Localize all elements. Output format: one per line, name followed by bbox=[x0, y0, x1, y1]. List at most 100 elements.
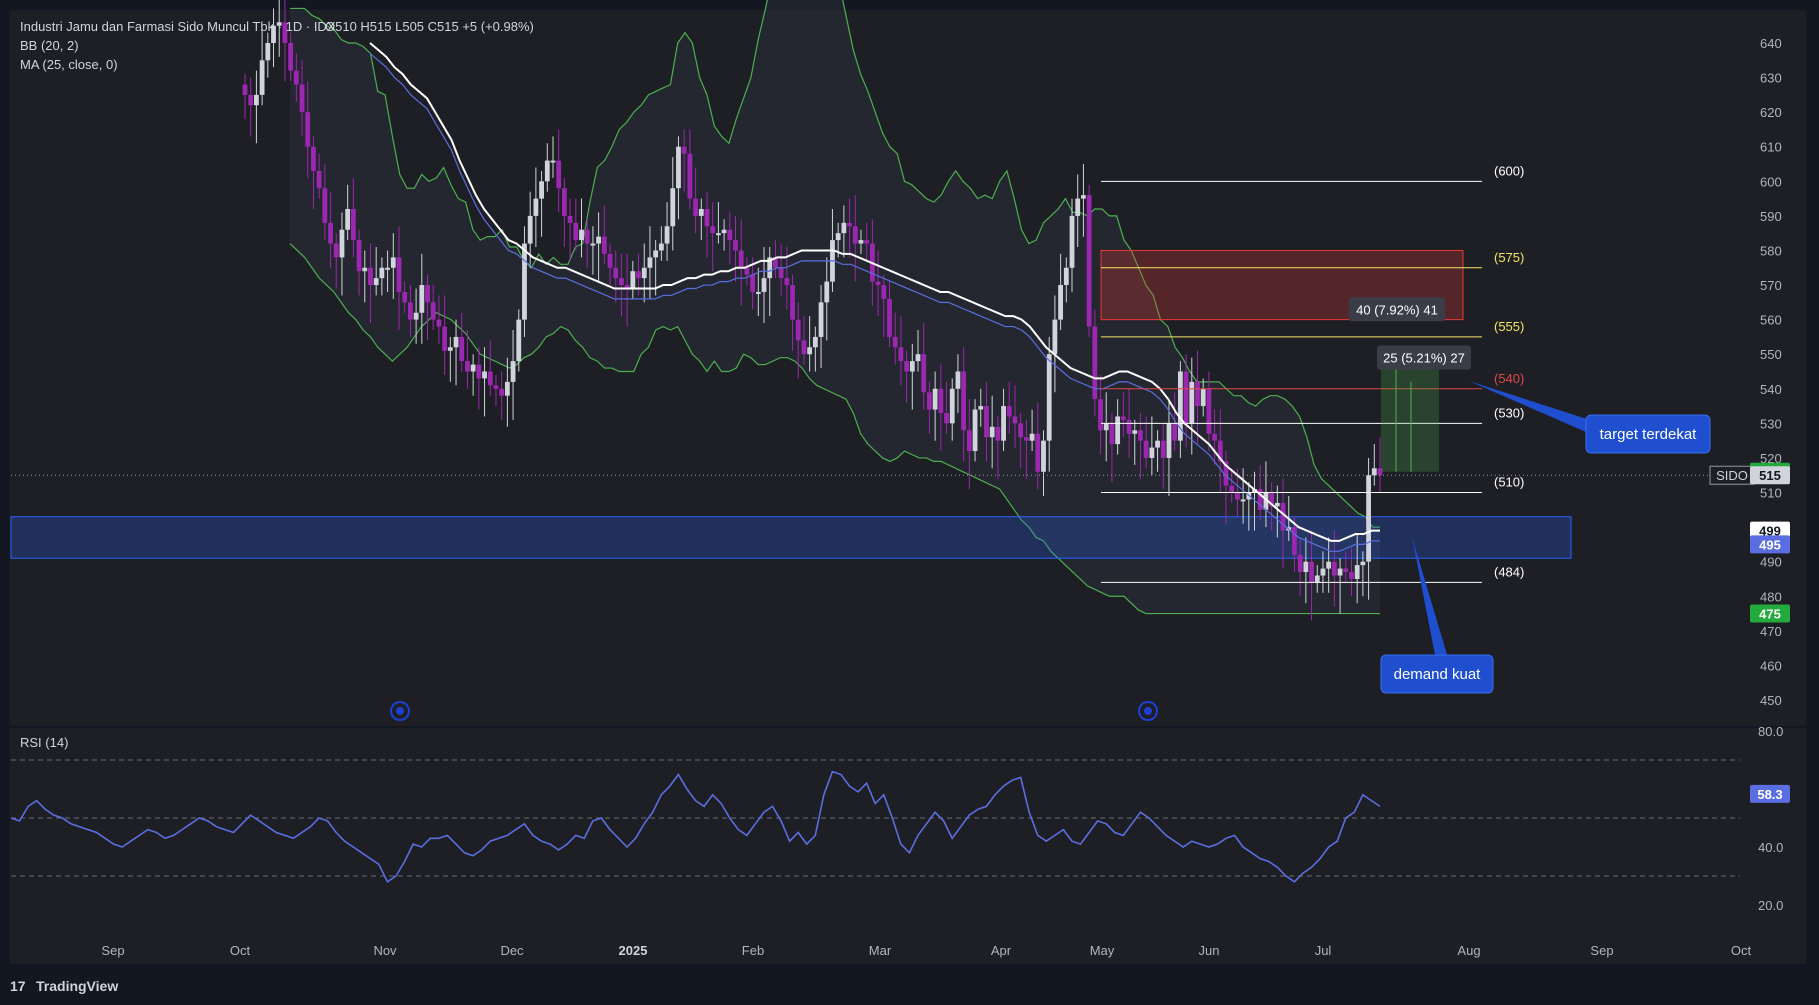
callout-text-demand: demand kuat bbox=[1394, 666, 1482, 683]
candle-body-34 bbox=[436, 319, 442, 327]
candle-body-39 bbox=[465, 361, 470, 372]
candle-body-42 bbox=[482, 371, 487, 379]
candle-body-120 bbox=[927, 392, 932, 410]
demand-zone bbox=[10, 516, 1572, 559]
price-tick-630: 630 bbox=[1760, 71, 1782, 86]
candle-body-133 bbox=[1001, 406, 1006, 441]
candle-body-32 bbox=[425, 285, 430, 303]
price-tick-550: 550 bbox=[1760, 347, 1782, 362]
price-tick-570: 570 bbox=[1760, 278, 1782, 293]
candle-body-129 bbox=[978, 406, 984, 410]
candle-body-12 bbox=[311, 146, 316, 171]
candle-body-188 bbox=[1314, 575, 1320, 583]
candle-body-123 bbox=[944, 412, 949, 424]
brand-label: TradingView bbox=[36, 978, 118, 994]
candle-body-108 bbox=[858, 240, 864, 244]
candle-body-1 bbox=[248, 94, 254, 106]
candle-body-70 bbox=[641, 267, 647, 279]
candle-body-65 bbox=[613, 267, 619, 279]
price-tick-490: 490 bbox=[1760, 555, 1782, 570]
level-label-510: (510) bbox=[1494, 475, 1524, 490]
candle-body-194 bbox=[1349, 572, 1354, 579]
candle-body-185 bbox=[1297, 554, 1303, 573]
candle-body-99 bbox=[807, 347, 813, 355]
candle-body-161 bbox=[1160, 440, 1166, 458]
candle-body-105 bbox=[841, 222, 847, 234]
candle-body-98 bbox=[801, 340, 807, 355]
rsi-label[interactable]: RSI (14) bbox=[20, 735, 68, 750]
candle-body-44 bbox=[493, 385, 499, 389]
candle-body-26 bbox=[390, 257, 396, 268]
price-tick-610: 610 bbox=[1760, 140, 1782, 155]
candle-body-95 bbox=[784, 278, 790, 286]
candle-body-113 bbox=[887, 298, 892, 337]
candle-body-186 bbox=[1303, 561, 1309, 573]
price-tick-540: 540 bbox=[1760, 382, 1782, 397]
candle-body-156 bbox=[1132, 430, 1138, 434]
time-tick-12: Sep bbox=[1590, 943, 1613, 958]
candle-body-132 bbox=[995, 426, 1001, 441]
time-tick-0: Sep bbox=[101, 943, 124, 958]
level-label-530: (530) bbox=[1494, 405, 1524, 420]
candle-body-111 bbox=[875, 281, 881, 286]
candle-body-125 bbox=[955, 371, 961, 389]
rsi-tick-80: 80.0 bbox=[1758, 724, 1783, 739]
candle-body-30 bbox=[413, 312, 419, 320]
time-tick-8: May bbox=[1090, 943, 1115, 958]
candle-body-115 bbox=[898, 347, 904, 362]
time-tick-2: Nov bbox=[373, 943, 397, 958]
candle-body-47 bbox=[510, 361, 516, 382]
candle-body-63 bbox=[601, 236, 607, 254]
candle-body-51 bbox=[533, 198, 539, 216]
candle-body-87 bbox=[738, 250, 744, 268]
price-tick-480: 480 bbox=[1760, 589, 1782, 604]
candle-body-53 bbox=[544, 160, 550, 182]
candle-body-11 bbox=[305, 112, 311, 147]
candle-body-73 bbox=[658, 243, 664, 251]
candle-body-43 bbox=[487, 371, 493, 386]
candle-body-13 bbox=[316, 170, 322, 189]
candle-body-150 bbox=[1098, 399, 1103, 431]
candle-body-77 bbox=[681, 146, 687, 154]
chart-root: (600)(575)(555)(540)(530)(510)(484)SIDO … bbox=[0, 0, 1819, 1005]
candle-body-155 bbox=[1126, 419, 1132, 434]
candle-body-60 bbox=[584, 229, 590, 244]
candle-body-117 bbox=[909, 361, 915, 372]
candle-body-52 bbox=[539, 181, 544, 199]
time-tick-13: Oct bbox=[1731, 943, 1752, 958]
candle-body-23 bbox=[373, 278, 379, 286]
candle-body-96 bbox=[790, 285, 795, 320]
rsi-pane[interactable] bbox=[10, 728, 1806, 964]
candle-body-198 bbox=[1371, 468, 1377, 476]
rsi-tick-20: 20.0 bbox=[1758, 898, 1783, 913]
candle-body-84 bbox=[721, 229, 727, 234]
candle-body-24 bbox=[379, 267, 385, 279]
candle-body-101 bbox=[818, 302, 824, 337]
candle-body-81 bbox=[704, 208, 710, 227]
candle-body-71 bbox=[647, 257, 653, 268]
measure-label-1: 40 (7.92%) 41 bbox=[1356, 302, 1438, 317]
time-tick-7: Apr bbox=[991, 943, 1012, 958]
candle-body-122 bbox=[938, 388, 944, 413]
candle-body-119 bbox=[921, 354, 927, 393]
time-tick-10: Jul bbox=[1315, 943, 1332, 958]
legend-ma[interactable]: MA (25, close, 0) bbox=[20, 57, 118, 72]
candle-body-90 bbox=[755, 291, 761, 294]
candle-body-79 bbox=[693, 198, 698, 216]
candle-body-2 bbox=[254, 94, 259, 106]
rsi-last-badge: 58.3 bbox=[1757, 787, 1782, 802]
candle-body-154 bbox=[1120, 416, 1126, 420]
legend-bb[interactable]: BB (20, 2) bbox=[20, 38, 79, 53]
price-tick-470: 470 bbox=[1760, 624, 1782, 639]
candle-body-143 bbox=[1058, 285, 1064, 320]
legend-symbol[interactable]: Industri Jamu dan Farmasi Sido Muncul Tb… bbox=[20, 19, 336, 34]
candle-body-0 bbox=[242, 84, 248, 95]
candle-body-158 bbox=[1143, 440, 1149, 458]
candle-body-131 bbox=[989, 426, 995, 438]
candle-body-134 bbox=[1006, 406, 1012, 417]
price-tick-530: 530 bbox=[1760, 416, 1782, 431]
candle-body-74 bbox=[664, 226, 670, 244]
candle-body-82 bbox=[710, 226, 716, 234]
level-label-575: (575) bbox=[1494, 250, 1524, 265]
candle-body-138 bbox=[1029, 433, 1035, 441]
